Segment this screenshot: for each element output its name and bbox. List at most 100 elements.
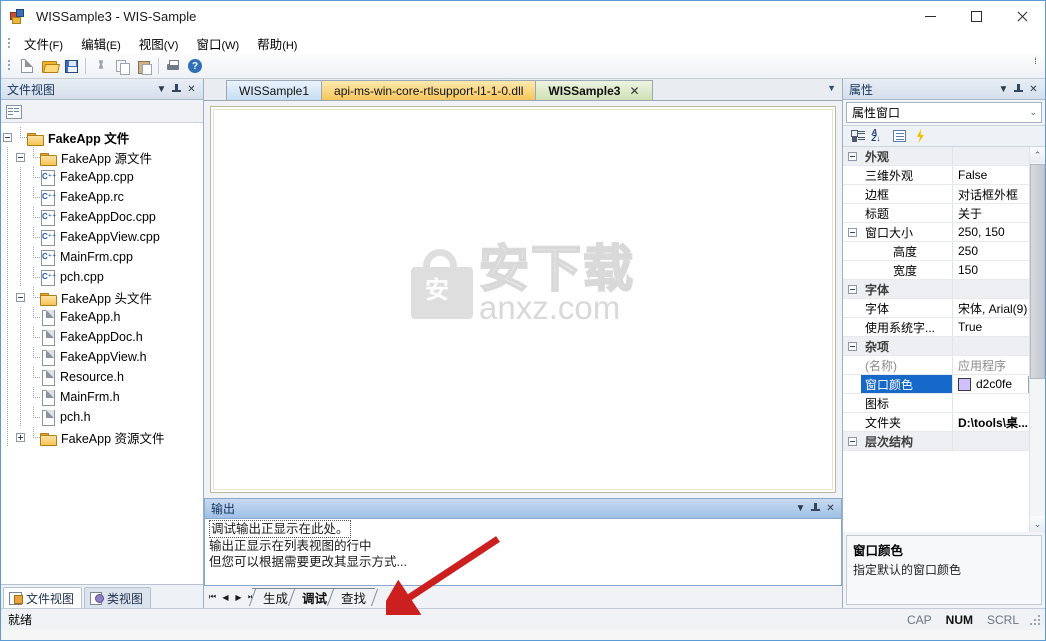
properties-object-select[interactable]: 属性窗口 ⌄ [846, 102, 1042, 123]
tree-guide [27, 387, 40, 407]
property-category-row[interactable]: 层次结构 [843, 432, 1045, 451]
properties-pin-button[interactable] [1011, 82, 1026, 97]
editor-tab-dll[interactable]: api-ms-win-core-rtlsupport-l1-1-0.dll [321, 80, 537, 100]
tree-expander[interactable] [14, 427, 27, 447]
menu-file[interactable]: 文件(F) [15, 32, 72, 55]
property-expander[interactable] [843, 337, 861, 355]
file-view-dropdown-button[interactable]: ▼ [154, 82, 169, 97]
nav-first-button[interactable]: ⏮ [206, 588, 219, 606]
output-dropdown-button[interactable]: ▼ [793, 501, 808, 516]
tree-node[interactable]: pch.cpp [1, 267, 203, 287]
properties-dropdown-button[interactable]: ▼ [996, 82, 1011, 97]
tree-node[interactable]: MainFrm.h [1, 387, 203, 407]
tree-guide [27, 367, 40, 387]
tab-file-view[interactable]: 文件视图 [3, 587, 83, 608]
tab-class-view[interactable]: 类视图 [84, 587, 152, 608]
property-row[interactable]: 边框 对话框外框 [843, 185, 1045, 204]
save-button[interactable] [60, 56, 82, 77]
editor-tab-wissample3[interactable]: WISSample3 ✕ [535, 80, 653, 100]
tree-node[interactable]: FakeApp 源文件 [1, 147, 203, 167]
tree-expander[interactable] [1, 127, 14, 147]
property-row[interactable]: 高度 250 [843, 242, 1045, 261]
tree-node[interactable]: MainFrm.cpp [1, 247, 203, 267]
tree-node[interactable]: FakeAppView.cpp [1, 227, 203, 247]
editor-tab-wissample1[interactable]: WISSample1 [226, 80, 323, 100]
property-expander[interactable] [843, 432, 861, 450]
scrollbar-thumb[interactable] [1030, 164, 1045, 379]
property-expander[interactable] [843, 280, 861, 298]
properties-scrollbar[interactable]: ⌃ ⌄ [1029, 147, 1045, 532]
toolbar-grip[interactable] [5, 58, 13, 74]
tree-node[interactable]: FakeApp.h [1, 307, 203, 327]
property-row[interactable]: 标题 关于 [843, 204, 1045, 223]
property-row[interactable]: 文件夹 D:\tools\桌... [843, 413, 1045, 432]
maximize-button[interactable] [953, 1, 999, 32]
menu-window-mnemonic: (W) [221, 39, 240, 52]
menu-view[interactable]: 视图(V) [130, 32, 188, 55]
minimize-button[interactable] [907, 1, 953, 32]
tree-expander[interactable] [14, 287, 27, 307]
property-expander[interactable] [843, 223, 861, 241]
properties-icon[interactable] [6, 104, 22, 119]
categorized-button[interactable] [847, 127, 868, 146]
copy-button[interactable] [111, 56, 133, 77]
file-tree[interactable]: FakeApp 文件 FakeApp 源文件 FakeApp.cpp FakeApp.… [1, 123, 203, 584]
output-body[interactable]: 调试输出正显示在此处。 输出正显示在列表视图的行中 但您可以根据需要更改其显示方… [204, 518, 842, 586]
tree-node[interactable]: FakeApp 头文件 [1, 287, 203, 307]
property-row[interactable]: 字体 宋体, Arial(9) [843, 299, 1045, 318]
file-view-pin-button[interactable] [169, 82, 184, 97]
open-file-button[interactable] [38, 56, 60, 77]
file-view-close-button[interactable]: ✕ [184, 82, 199, 97]
tree-node[interactable]: FakeApp.cpp [1, 167, 203, 187]
editor-surface[interactable]: 安 安下载 anxz.com [213, 109, 833, 490]
property-row[interactable]: 宽度 150 [843, 261, 1045, 280]
resize-grip[interactable] [1029, 614, 1041, 626]
properties-close-button[interactable]: ✕ [1026, 82, 1041, 97]
property-row[interactable]: (名称) 应用程序 [843, 356, 1045, 375]
output-tab-find[interactable]: 查找 [330, 588, 376, 606]
properties-grid[interactable]: 外观 三维外观 False 边框 对话框外框 标题 关于 窗口大小 250, 150 高度 250 宽… [843, 147, 1045, 532]
help-button[interactable]: ? [184, 56, 206, 77]
tree-node[interactable]: FakeApp.rc [1, 187, 203, 207]
property-row[interactable]: 三维外观 False [843, 166, 1045, 185]
property-category-row[interactable]: 杂项 [843, 337, 1045, 356]
menu-help[interactable]: 帮助(H) [248, 32, 306, 55]
tree-expander[interactable] [14, 147, 27, 167]
tree-node[interactable]: FakeAppView.h [1, 347, 203, 367]
menu-window[interactable]: 窗口(W) [187, 32, 248, 55]
tree-node[interactable]: pch.h [1, 407, 203, 427]
new-file-button[interactable] [16, 56, 38, 77]
property-expander[interactable] [843, 147, 861, 165]
property-pages-button[interactable] [889, 127, 910, 146]
property-row[interactable]: 使用系统字... True [843, 318, 1045, 337]
events-button[interactable] [910, 127, 931, 146]
property-category-row[interactable]: 外观 [843, 147, 1045, 166]
tree-node[interactable]: FakeAppDoc.h [1, 327, 203, 347]
property-row[interactable]: 图标 [843, 394, 1045, 413]
paste-button[interactable] [133, 56, 155, 77]
property-row[interactable]: 窗口颜色d2c0fe▾ [843, 375, 1045, 394]
tree-node[interactable]: FakeApp 资源文件 [1, 427, 203, 447]
cut-button[interactable] [89, 56, 111, 77]
output-pin-button[interactable] [808, 501, 823, 516]
print-button[interactable] [162, 56, 184, 77]
pin-icon [172, 83, 181, 95]
menu-edit[interactable]: 编辑(E) [72, 32, 130, 55]
property-value-text: True [958, 320, 983, 334]
editor-tab-close-icon[interactable]: ✕ [629, 84, 639, 98]
tree-node[interactable]: FakeAppDoc.cpp [1, 207, 203, 227]
close-button[interactable] [999, 1, 1045, 32]
property-row[interactable]: 窗口大小 250, 150 [843, 223, 1045, 242]
tree-node[interactable]: FakeApp 文件 [1, 127, 203, 147]
editor-tab-overflow-button[interactable]: ▼ [827, 83, 836, 93]
property-category-row[interactable]: 字体 [843, 280, 1045, 299]
nav-prev-button[interactable]: ◀ [219, 588, 232, 606]
alphabetical-sort-button[interactable]: A Z↓ [868, 127, 889, 146]
scroll-down-button[interactable]: ⌄ [1030, 516, 1045, 532]
scroll-up-button[interactable]: ⌃ [1030, 147, 1045, 163]
editor-canvas[interactable]: 安 安下载 anxz.com [210, 106, 836, 493]
tree-node[interactable]: Resource.h [1, 367, 203, 387]
toolbar-overflow-button[interactable]: ⁞ [1030, 57, 1041, 66]
nav-next-button[interactable]: ▶ [232, 588, 245, 606]
output-close-button[interactable]: ✕ [823, 501, 838, 516]
